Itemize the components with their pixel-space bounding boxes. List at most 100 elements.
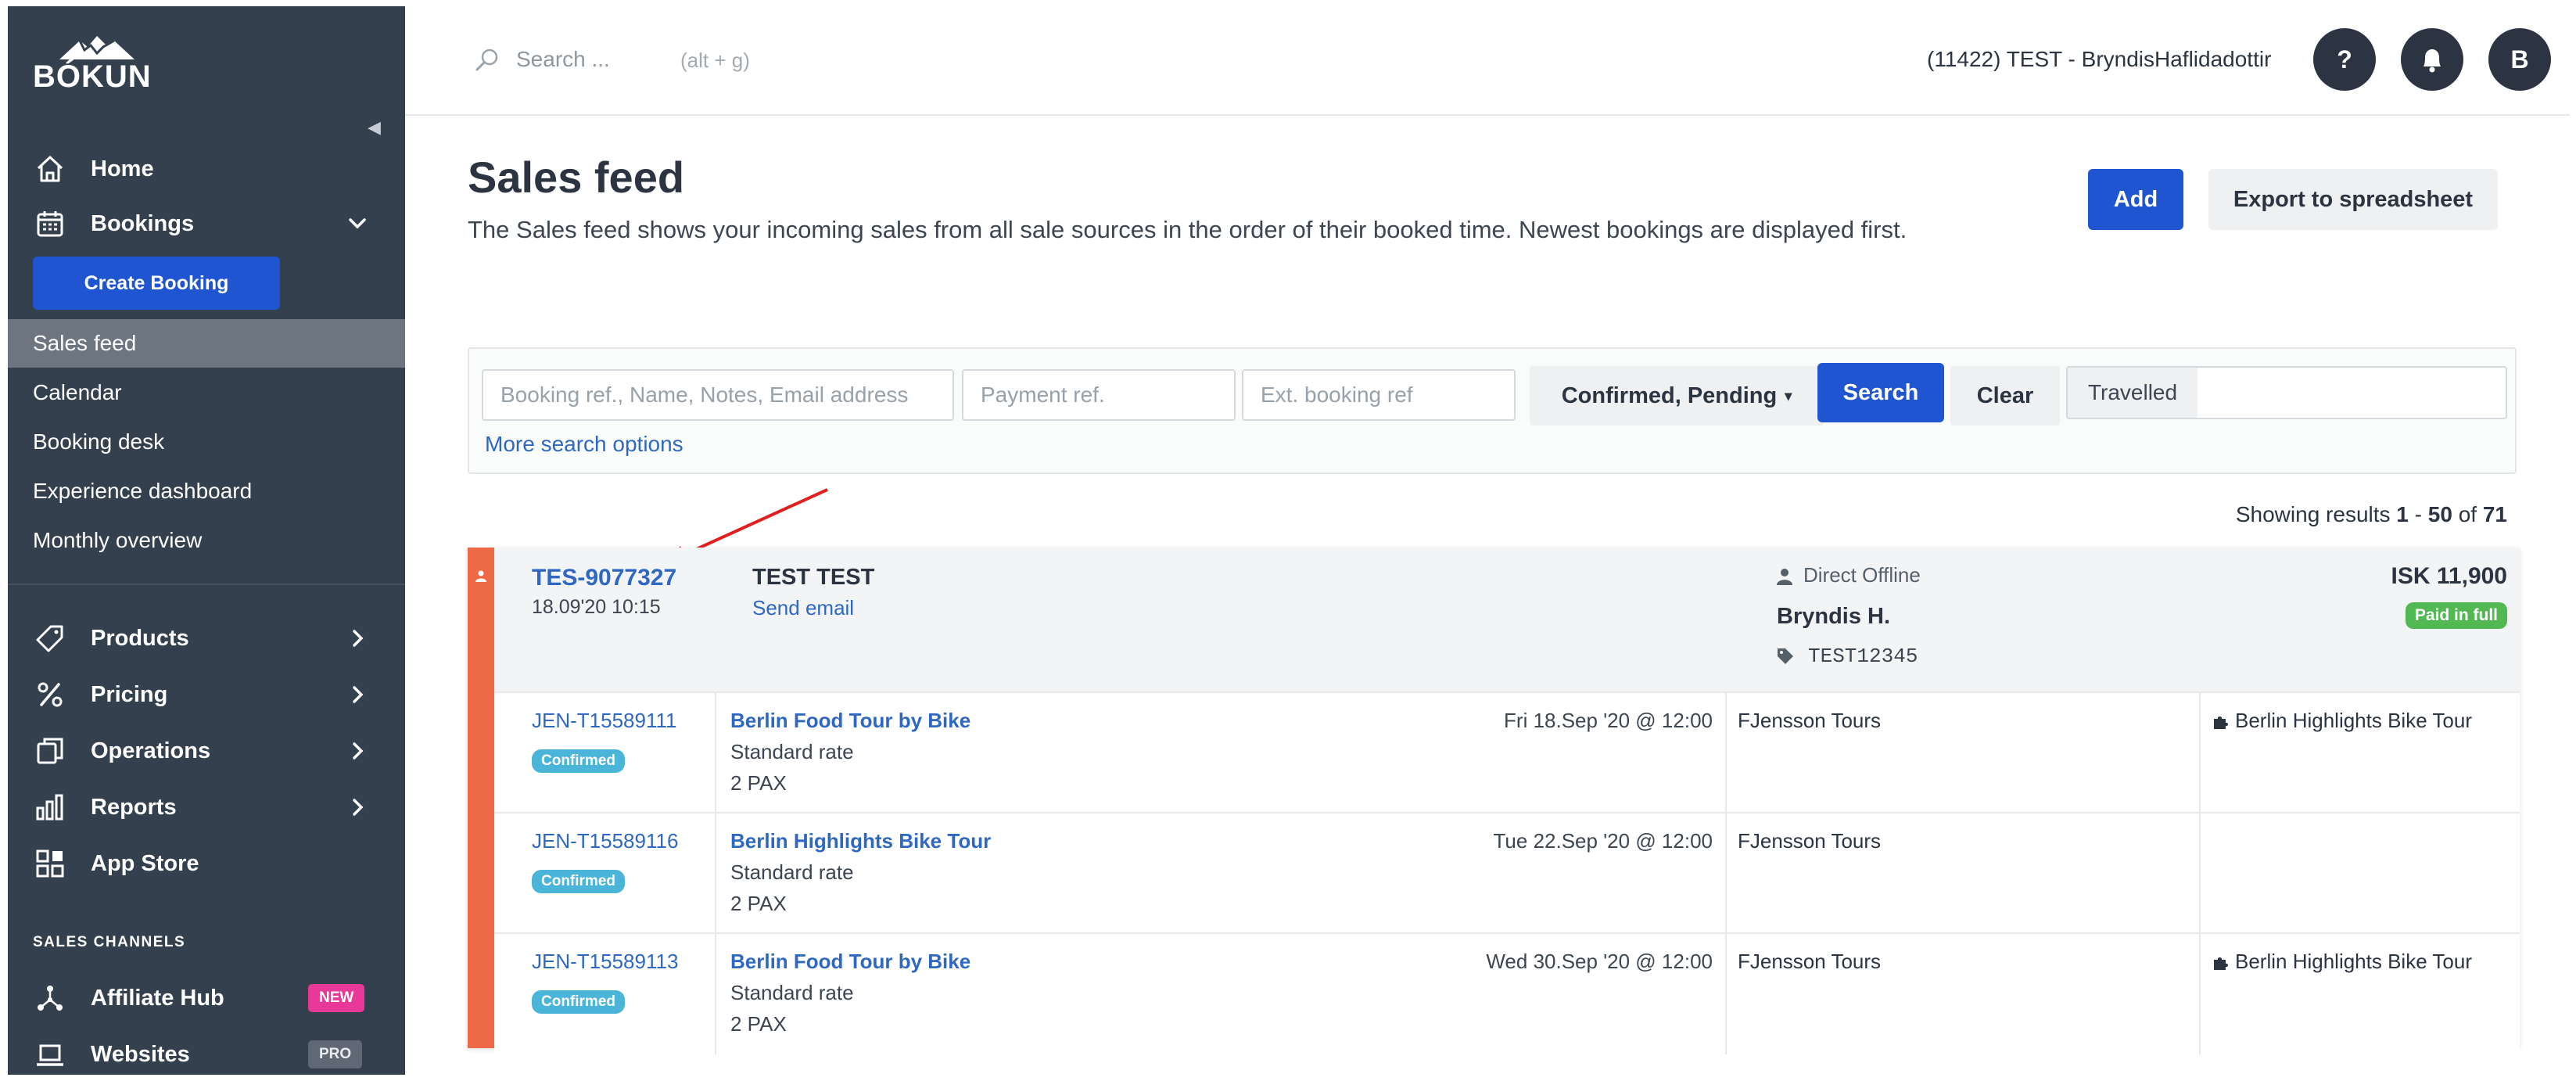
extension-cell: Berlin Highlights Bike Tour [2201, 934, 2520, 1054]
sidebar-item-reports[interactable]: Reports [8, 782, 405, 832]
sidebar-item-label: Operations [91, 738, 211, 763]
sidebar-item-pricing[interactable]: Pricing [8, 670, 405, 720]
help-button[interactable]: ? [2313, 28, 2376, 91]
grid-icon [33, 846, 67, 881]
create-booking-button[interactable]: Create Booking [33, 257, 280, 310]
sidebar-item-products[interactable]: Products [8, 613, 405, 663]
sidebar-item-label: Products [91, 625, 189, 651]
user-icon [1777, 569, 1792, 586]
extension-cell: Berlin Highlights Bike Tour [2201, 693, 2520, 813]
chevron-right-icon [346, 795, 369, 819]
product-cell: Berlin Food Tour by Bike Standard rate 2… [716, 934, 1727, 1054]
chevron-right-icon [346, 683, 369, 706]
status-badge: Confirmed [532, 749, 625, 773]
more-search-options-link[interactable]: More search options [485, 432, 683, 457]
sidebar-item-app-store[interactable]: App Store [8, 839, 405, 889]
product-booking-ref-link[interactable]: JEN-T15589116 [532, 829, 678, 853]
pro-badge: PRO [308, 1040, 363, 1068]
page-title: Sales feed [468, 153, 685, 202]
product-date: Tue 22.Sep '20 @ 12:00 [1493, 829, 1713, 853]
product-ref-cell: JEN-T15589111 Confirmed [494, 693, 716, 813]
chevron-right-icon [346, 627, 369, 650]
person-icon [475, 570, 486, 582]
tag-icon [1778, 648, 1793, 665]
network-icon [33, 981, 67, 1015]
product-booking-ref-link[interactable]: JEN-T15589113 [532, 950, 678, 974]
customer-name: TEST TEST [752, 565, 875, 590]
supplier-cell: FJensson Tours [1727, 934, 2201, 1054]
calendar-icon [33, 207, 67, 241]
sidebar-item-bookings[interactable]: Bookings [8, 199, 405, 249]
send-email-link[interactable]: Send email [752, 596, 854, 620]
sidebar-divider [8, 584, 405, 585]
search-icon[interactable] [474, 47, 500, 74]
product-title-link[interactable]: Berlin Food Tour by Bike [730, 709, 970, 733]
sidebar-item-label: Pricing [91, 681, 168, 707]
extension-cell [2201, 813, 2520, 934]
caret-down-icon: ▾ [1785, 387, 1792, 404]
chevron-down-icon [346, 212, 369, 235]
table-row: JEN-T15589113 Confirmed Berlin Food Tour… [494, 932, 2520, 1054]
sale-channel: Direct Offline [1777, 563, 1921, 587]
sidebar-item-home[interactable]: Home [8, 144, 405, 194]
search-filter-panel: Confirmed, Pending ▾ Search Clear Travel… [468, 347, 2517, 474]
top-bar: Search ... (alt + g) (11422) TEST - Bryn… [405, 6, 2570, 116]
sidebar-item-label: Affiliate Hub [91, 985, 224, 1011]
clear-button[interactable]: Clear [1950, 366, 2060, 426]
collapse-sidebar-icon[interactable]: ◀ [368, 117, 381, 138]
booking-header: TES-9077327 18.09'20 10:15 TEST TEST Sen… [494, 548, 2520, 691]
copy-icon [33, 734, 67, 768]
sidebar-item-booking-desk[interactable]: Booking desk [8, 418, 405, 466]
product-pax: 2 PAX [730, 892, 787, 915]
booking-ref-input[interactable] [482, 369, 954, 421]
status-filter-value: Confirmed, Pending [1561, 382, 1778, 408]
notifications-button[interactable] [2401, 28, 2463, 91]
results-count: Showing results 1 - 50 of 71 [2235, 502, 2507, 526]
product-title-link[interactable]: Berlin Highlights Bike Tour [730, 829, 991, 853]
search-button[interactable]: Search [1817, 363, 1944, 422]
new-badge: NEW [308, 984, 365, 1012]
logo-text: BÓKUN [33, 59, 152, 94]
help-icon: ? [2337, 45, 2352, 74]
sidebar-item-experience-dashboard[interactable]: Experience dashboard [8, 467, 405, 515]
sidebar-item-label: Reports [91, 794, 177, 820]
bokun-logo[interactable]: BÓKUN [33, 36, 151, 94]
product-rate: Standard rate [730, 860, 854, 884]
travelled-date-label[interactable]: Travelled [2066, 366, 2199, 419]
product-pax: 2 PAX [730, 771, 787, 795]
bell-icon [2424, 49, 2441, 73]
payment-ref-input[interactable] [962, 369, 1236, 421]
product-ref-cell: JEN-T15589116 Confirmed [494, 813, 716, 934]
status-badge: Confirmed [532, 990, 625, 1014]
sidebar-item-operations[interactable]: Operations [8, 726, 405, 776]
sidebar-item-calendar[interactable]: Calendar [8, 368, 405, 417]
account-name[interactable]: (11422) TEST - BryndisHaflidadottir [1927, 47, 2271, 72]
global-search-input[interactable]: Search ... [516, 47, 610, 72]
home-icon [33, 152, 67, 186]
page-description: The Sales feed shows your incoming sales… [468, 216, 1907, 243]
booking-card: TES-9077327 18.09'20 10:15 TEST TEST Sen… [468, 548, 2520, 1054]
booking-ref-link[interactable]: TES-9077327 [532, 565, 676, 591]
ext-booking-ref-input[interactable] [1242, 369, 1516, 421]
travelled-date-input[interactable] [2197, 366, 2507, 419]
user-avatar[interactable]: B [2488, 28, 2551, 91]
linked-product: Berlin Highlights Bike Tour [2212, 709, 2472, 733]
status-badge: Confirmed [532, 870, 625, 893]
percent-icon [33, 677, 67, 712]
sidebar-item-sales-feed[interactable]: Sales feed [8, 319, 405, 368]
booking-accent-bar [468, 548, 494, 1048]
sales-channels-heading: SALES CHANNELS [33, 934, 186, 950]
product-booking-ref-link[interactable]: JEN-T15589111 [532, 709, 676, 733]
product-date: Fri 18.Sep '20 @ 12:00 [1504, 709, 1713, 732]
booking-tag: TEST12345 [1777, 645, 1918, 668]
product-title-link[interactable]: Berlin Food Tour by Bike [730, 950, 970, 974]
table-row: JEN-T15589116 Confirmed Berlin Highlight… [494, 812, 2520, 934]
puzzle-icon [2214, 716, 2228, 730]
payment-status-badge: Paid in full [2405, 602, 2507, 629]
export-spreadsheet-button[interactable]: Export to spreadsheet [2208, 169, 2498, 230]
sidebar-item-monthly-overview[interactable]: Monthly overview [8, 516, 405, 565]
status-filter-dropdown[interactable]: Confirmed, Pending ▾ [1530, 366, 1824, 426]
supplier-cell: FJensson Tours [1727, 813, 2201, 934]
product-pax: 2 PAX [730, 1012, 787, 1036]
add-button[interactable]: Add [2088, 169, 2183, 230]
